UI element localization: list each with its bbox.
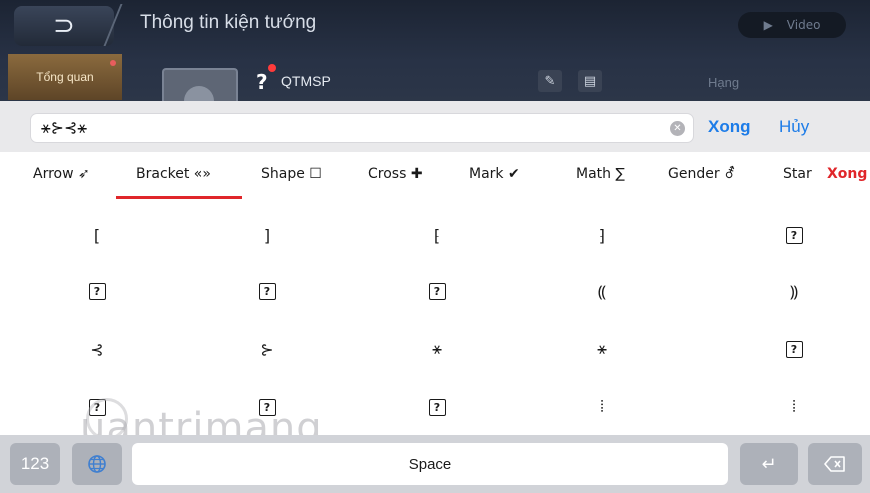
symbol-cell[interactable]: ⚹ xyxy=(547,320,657,378)
space-key[interactable]: Space xyxy=(132,443,728,485)
tab-gender[interactable]: Gender ⚦ xyxy=(668,166,736,182)
tab-cross[interactable]: Cross ✚ xyxy=(368,166,423,182)
symbol-category-tabs: Arrow ➶ Bracket «» Shape ☐ Cross ✚ Mark … xyxy=(0,152,870,202)
symbol-glyph: ] xyxy=(263,225,271,245)
tab-star[interactable]: Star xyxy=(783,166,812,182)
symbol-cell[interactable]: ⸨ xyxy=(547,262,657,320)
symbol-glyph: ? xyxy=(88,282,106,300)
symbol-input-bar: ⚹⊱⊰⚹ ✕ Xong Hủy xyxy=(0,101,870,153)
symbol-glyph: ? xyxy=(785,340,803,358)
edit-icon[interactable]: ✎ xyxy=(538,70,562,92)
symbol-cell[interactable]: ? xyxy=(382,378,492,436)
tab-math[interactable]: Math ∑ xyxy=(576,166,625,182)
watermark-logo-icon xyxy=(86,398,128,440)
active-tab-indicator xyxy=(116,196,242,199)
clear-icon[interactable]: ✕ xyxy=(670,121,685,136)
symbol-cell[interactable]: ⸩ xyxy=(739,262,849,320)
play-icon: ▶ xyxy=(763,18,773,32)
symbol-cell[interactable]: ⦙ xyxy=(739,378,849,436)
symbol-glyph: ⸩ xyxy=(789,282,799,301)
symbol-glyph: ? xyxy=(258,398,276,416)
game-header: ⊃ Thông tin kiện tướng ▶ Video Tổng quan… xyxy=(0,0,870,116)
symbol-glyph: ⁆ xyxy=(598,225,606,245)
tab-shape[interactable]: Shape ☐ xyxy=(261,166,322,182)
tab-mark[interactable]: Mark ✔ xyxy=(469,166,520,182)
name-notification-dot xyxy=(268,64,276,72)
symbol-glyph: ⚹ xyxy=(432,339,442,358)
overview-tab-label: Tổng quan xyxy=(36,70,94,84)
cancel-button[interactable]: Hủy xyxy=(779,117,809,137)
globe-icon xyxy=(88,455,106,473)
symbol-glyph: ⸨ xyxy=(597,282,607,301)
symbol-glyph: ⊱ xyxy=(260,339,274,359)
tab-arrow[interactable]: Arrow ➶ xyxy=(33,166,90,182)
symbol-glyph: [ xyxy=(93,225,101,245)
symbol-text-field[interactable]: ⚹⊱⊰⚹ ✕ xyxy=(30,113,694,143)
globe-key[interactable] xyxy=(72,443,122,485)
symbol-cell[interactable]: ] xyxy=(212,206,322,264)
symbol-cell[interactable]: ⊱ xyxy=(212,320,322,378)
tab-overview[interactable]: Tổng quan xyxy=(8,54,122,100)
symbol-glyph: ? xyxy=(258,282,276,300)
symbol-cell[interactable]: [ xyxy=(42,206,152,264)
symbol-cell[interactable]: ? xyxy=(382,262,492,320)
symbol-glyph: ⦙ xyxy=(600,397,604,416)
character-name: QTMSP xyxy=(281,73,331,89)
numbers-key[interactable]: 123 xyxy=(10,443,60,485)
name-prefix: ? xyxy=(256,70,268,94)
symbol-glyph: ⦙ xyxy=(792,397,796,416)
symbol-cell[interactable]: ? xyxy=(739,320,849,378)
document-icon[interactable]: ▤ xyxy=(578,70,602,92)
close-symbols-button[interactable]: Xong xyxy=(827,166,867,182)
symbol-cell[interactable]: ⁅ xyxy=(382,206,492,264)
notification-dot xyxy=(110,60,116,66)
symbol-cell[interactable]: ? xyxy=(739,206,849,264)
text-field-value: ⚹⊱⊰⚹ xyxy=(41,118,88,137)
symbol-cell[interactable]: ? xyxy=(42,262,152,320)
symbol-glyph: ⊰ xyxy=(90,339,104,359)
back-button[interactable]: ⊃ xyxy=(14,6,114,46)
symbol-cell[interactable]: ⦙ xyxy=(547,378,657,436)
symbol-cell[interactable]: ⊰ xyxy=(42,320,152,378)
return-key[interactable]: ↵ xyxy=(740,443,798,485)
symbol-glyph: ⚹ xyxy=(597,339,607,358)
rank-label: Hạng xyxy=(708,75,740,90)
symbol-glyph: ? xyxy=(785,226,803,244)
delete-key[interactable] xyxy=(808,443,862,485)
done-button[interactable]: Xong xyxy=(708,117,751,137)
keyboard-bar: 123 Space ↵ xyxy=(0,435,870,493)
symbol-cell[interactable]: ⚹ xyxy=(382,320,492,378)
delete-icon xyxy=(824,456,845,472)
screen-title: Thông tin kiện tướng xyxy=(140,12,317,33)
video-button[interactable]: ▶ Video xyxy=(738,12,846,38)
back-arrow-icon: ⊃ xyxy=(53,11,75,41)
symbol-grid: [] ⁅ ⁆???? ⸨ ⸩ ⊰ ⊱ ⚹ ⚹???? ⦙ ⦙ xyxy=(0,202,870,435)
symbol-cell[interactable]: ? xyxy=(212,378,322,436)
video-label: Video xyxy=(786,18,821,32)
symbol-cell[interactable]: ? xyxy=(212,262,322,320)
symbol-glyph: ? xyxy=(428,398,446,416)
symbol-cell[interactable]: ⁆ xyxy=(547,206,657,264)
symbol-glyph: ? xyxy=(428,282,446,300)
return-icon: ↵ xyxy=(761,453,777,475)
tab-bracket[interactable]: Bracket «» xyxy=(136,166,211,182)
symbol-glyph: ⁅ xyxy=(433,225,441,245)
